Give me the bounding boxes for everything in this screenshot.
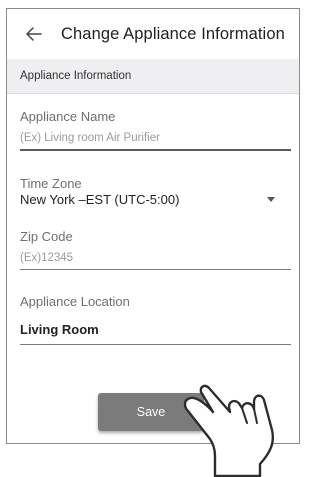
pointing-hand-icon (183, 384, 274, 477)
time-zone-field: Time Zone New York –EST (UTC-5:00) (20, 176, 291, 207)
time-zone-select[interactable]: New York –EST (UTC-5:00) (20, 192, 291, 207)
appliance-location-input[interactable]: Living Room (20, 322, 291, 345)
appliance-name-field: Appliance Name (Ex) Living room Air Puri… (20, 109, 291, 151)
dropdown-caret-icon (267, 197, 275, 202)
app-header: Change Appliance Information (7, 9, 299, 60)
section-header: Appliance Information (7, 59, 299, 94)
time-zone-label: Time Zone (20, 176, 82, 191)
arrow-left-icon (26, 27, 42, 41)
zip-code-field: Zip Code (Ex)12345 (20, 229, 291, 270)
appliance-location-label: Appliance Location (20, 294, 130, 309)
zip-code-label: Zip Code (20, 229, 73, 244)
page-title: Change Appliance Information (61, 24, 285, 43)
appliance-name-input[interactable]: (Ex) Living room Air Purifier (20, 132, 291, 151)
back-button[interactable] (21, 21, 47, 47)
time-zone-value: New York –EST (UTC-5:00) (20, 192, 180, 207)
appliance-name-label: Appliance Name (20, 109, 116, 124)
zip-code-input[interactable]: (Ex)12345 (20, 252, 291, 270)
appliance-location-field: Appliance Location Living Room (20, 294, 291, 345)
